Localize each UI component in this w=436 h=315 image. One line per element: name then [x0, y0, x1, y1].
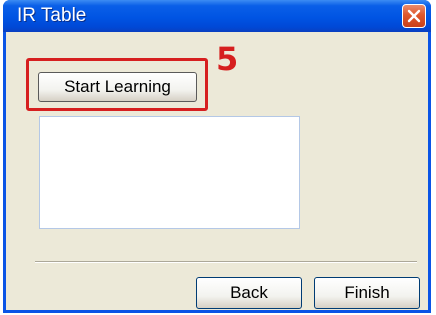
- close-icon: [407, 9, 421, 23]
- ir-table-dialog: IR Table 5 Start Learning Back Finish: [3, 0, 431, 313]
- window-title: IR Table: [17, 5, 87, 26]
- start-learning-button[interactable]: Start Learning: [38, 72, 197, 102]
- title-bar[interactable]: IR Table: [3, 0, 431, 32]
- finish-button[interactable]: Finish: [314, 277, 420, 309]
- ir-code-list[interactable]: [39, 116, 300, 229]
- close-button[interactable]: [402, 4, 426, 28]
- step-number-label: 5: [216, 40, 239, 78]
- footer-divider: [35, 261, 417, 263]
- back-button[interactable]: Back: [196, 277, 302, 309]
- dialog-client-area: 5 Start Learning Back Finish: [6, 32, 428, 310]
